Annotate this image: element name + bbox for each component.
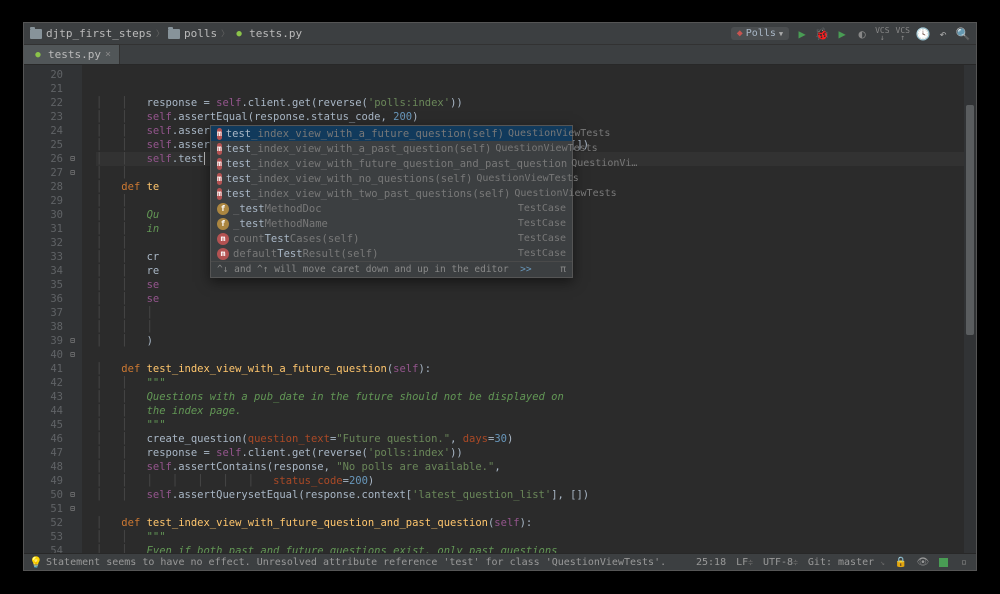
autocomplete-item[interactable]: f_testMethodNameTestCase	[211, 216, 572, 231]
editor-area: 20212223242526⊟27⊟2829303132333435363738…	[24, 65, 976, 553]
vertical-scrollbar[interactable]	[964, 65, 976, 553]
python-file-icon: ●	[233, 28, 245, 40]
inspections-icon[interactable]: 👁	[917, 556, 929, 568]
footer-link[interactable]: >>	[520, 264, 531, 275]
method-icon: m	[217, 248, 229, 260]
editor-tab[interactable]: ● tests.py ×	[24, 45, 120, 64]
method-icon: m	[217, 173, 222, 185]
memory-indicator[interactable]	[939, 558, 948, 567]
breadcrumb-package[interactable]: polls	[168, 27, 217, 40]
run-config-label: Polls	[746, 28, 776, 39]
autocomplete-item[interactable]: mtest_index_view_with_a_future_question(…	[211, 126, 572, 141]
method-icon: m	[217, 143, 222, 155]
gutter[interactable]: 20212223242526⊟27⊟2829303132333435363738…	[24, 65, 82, 553]
navigation-bar: djtp_first_steps 〉 polls 〉 ● tests.py ◆ …	[24, 23, 976, 45]
method-icon: m	[217, 158, 222, 170]
chevron-icon: 〉	[156, 28, 164, 39]
autocomplete-item[interactable]: mtest_index_view_with_future_question_an…	[211, 156, 572, 171]
ide-window: djtp_first_steps 〉 polls 〉 ● tests.py ◆ …	[23, 22, 977, 571]
bulb-icon[interactable]: 💡	[30, 556, 42, 568]
code-area[interactable]: │ │ response = self.client.get(reverse('…	[82, 65, 964, 553]
folder-icon	[30, 29, 42, 39]
vcs-update-button[interactable]: VCS↓	[875, 27, 889, 41]
autocomplete-footer: ^↓ and ^↑ will move caret down and up in…	[211, 261, 572, 277]
autocomplete-item[interactable]: mtest_index_view_with_two_past_questions…	[211, 186, 572, 201]
status-message: Statement seems to have no effect. Unres…	[46, 557, 666, 568]
django-icon: ◆	[737, 28, 743, 39]
tool-windows-button[interactable]: ▫	[958, 556, 970, 568]
editor-tabs: ● tests.py ×	[24, 45, 976, 65]
autocomplete-item[interactable]: mcountTestCases(self)TestCase	[211, 231, 572, 246]
scroll-thumb[interactable]	[966, 105, 974, 335]
method-icon: m	[217, 233, 229, 245]
lock-icon[interactable]: 🔒	[895, 556, 907, 568]
method-icon: m	[217, 188, 222, 200]
folder-icon	[168, 29, 180, 39]
breadcrumb-label: tests.py	[249, 27, 302, 40]
profile-button[interactable]: ◐	[855, 27, 869, 41]
autocomplete-item[interactable]: mtest_index_view_with_no_questions(self)…	[211, 171, 572, 186]
breadcrumb-file[interactable]: ● tests.py	[233, 27, 302, 40]
coverage-button[interactable]: ▶	[835, 27, 849, 41]
breadcrumb-project[interactable]: djtp_first_steps	[30, 27, 152, 40]
line-separator[interactable]: LF≑	[736, 557, 753, 568]
caret-down-icon: ▼	[779, 30, 783, 38]
tab-label: tests.py	[48, 48, 101, 61]
vcs-history-button[interactable]: 🕓	[916, 27, 930, 41]
run-configuration-selector[interactable]: ◆ Polls ▼	[731, 27, 789, 40]
method-icon: m	[217, 128, 222, 140]
autocomplete-item[interactable]: mdefaultTestResult(self)TestCase	[211, 246, 572, 261]
autocomplete-item[interactable]: mtest_index_view_with_a_past_question(se…	[211, 141, 572, 156]
autocomplete-popup: mtest_index_view_with_a_future_question(…	[210, 125, 573, 278]
git-branch[interactable]: Git: master ↘	[808, 557, 885, 568]
method-icon: f	[217, 203, 229, 215]
caret-position[interactable]: 25:18	[696, 557, 726, 568]
python-file-icon: ●	[32, 49, 44, 61]
breadcrumb-label: polls	[184, 27, 217, 40]
autocomplete-item[interactable]: f_testMethodDocTestCase	[211, 201, 572, 216]
vcs-commit-button[interactable]: VCS↑	[896, 27, 910, 41]
method-icon: f	[217, 218, 229, 230]
close-tab-button[interactable]: ×	[105, 49, 111, 60]
breadcrumb-label: djtp_first_steps	[46, 27, 152, 40]
status-bar: 💡 Statement seems to have no effect. Unr…	[24, 553, 976, 570]
chevron-icon: 〉	[221, 28, 229, 39]
run-button[interactable]: ▶	[795, 27, 809, 41]
file-encoding[interactable]: UTF-8≑	[763, 557, 798, 568]
search-everywhere-button[interactable]: 🔍	[956, 27, 970, 41]
debug-button[interactable]: 🐞	[815, 27, 829, 41]
back-button[interactable]: ↶	[936, 27, 950, 41]
